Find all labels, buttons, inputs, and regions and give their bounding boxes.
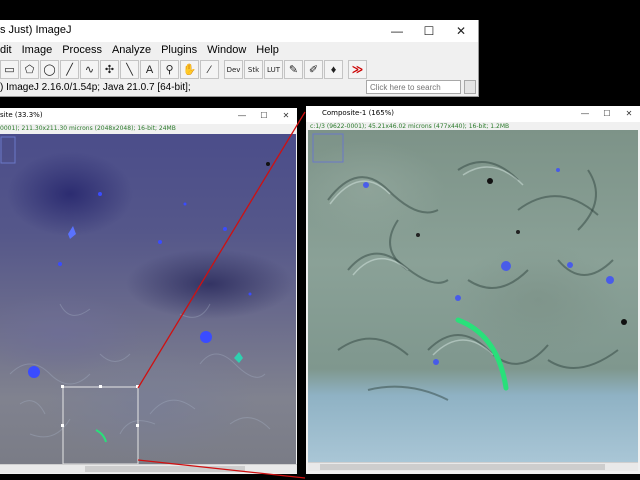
more-tools-icon[interactable]: ≫: [348, 60, 367, 79]
composite-1-title: Composite-1 (165%): [322, 109, 395, 117]
menu-process[interactable]: Process: [57, 42, 107, 59]
composite-maximize-button[interactable]: ☐: [253, 108, 275, 122]
composite-close-button[interactable]: ✕: [275, 108, 297, 122]
composite-horizontal-scrollbar[interactable]: [0, 464, 297, 473]
composite-1-close-button[interactable]: ✕: [618, 106, 640, 120]
close-button[interactable]: ✕: [445, 20, 477, 42]
window-title: s Just) ImageJ: [0, 24, 72, 36]
minimize-button[interactable]: —: [381, 20, 413, 42]
composite-title: site (33.3%): [0, 111, 43, 119]
color-picker-tool-icon[interactable]: ⁄: [200, 60, 219, 79]
micrograph-zoom: [312, 133, 627, 401]
wand-tool-icon[interactable]: ╲: [120, 60, 139, 79]
composite-minimize-button[interactable]: —: [231, 108, 253, 122]
dev-tool-button[interactable]: Dev: [224, 60, 243, 79]
rectangle-tool-icon[interactable]: ▭: [0, 60, 19, 79]
search-input[interactable]: [366, 80, 461, 94]
composite-1-image-canvas[interactable]: [308, 130, 638, 462]
line-tool-icon[interactable]: ╱: [60, 60, 79, 79]
stk-tool-button[interactable]: Stk: [244, 60, 263, 79]
menu-bar: dit Image Process Analyze Plugins Window…: [0, 42, 478, 59]
oval-tool-icon[interactable]: ◯: [40, 60, 59, 79]
magnifier-tool-icon[interactable]: ⚲: [160, 60, 179, 79]
composite-image-canvas[interactable]: [0, 134, 296, 464]
scrollbar-thumb[interactable]: [320, 464, 605, 470]
polygon-tool-icon[interactable]: ⬠: [20, 60, 39, 79]
composite-1-horizontal-scrollbar[interactable]: [308, 462, 638, 471]
composite-1-window[interactable]: Composite-1 (165%) — ☐ ✕ c:1/3 (9622-000…: [306, 106, 640, 474]
menu-plugins[interactable]: Plugins: [156, 42, 202, 59]
green-fiber: [455, 317, 509, 391]
micrograph-overview: [0, 136, 271, 464]
status-bar: ) ImageJ 2.16.0/1.54p; Java 21.0.7 [64-b…: [0, 82, 191, 93]
composite-1-maximize-button[interactable]: ☐: [596, 106, 618, 120]
menu-window[interactable]: Window: [202, 42, 251, 59]
text-tool-icon[interactable]: A: [140, 60, 159, 79]
menu-edit[interactable]: dit: [0, 42, 17, 59]
maximize-button[interactable]: ☐: [413, 20, 445, 42]
composite-1-titlebar[interactable]: Composite-1 (165%) — ☐ ✕: [306, 106, 640, 122]
main-titlebar[interactable]: s Just) ImageJ — ☐ ✕: [0, 20, 478, 42]
flood-fill-tool-icon[interactable]: ♦: [324, 60, 343, 79]
composite-image-info: 0001); 211.30x211.30 microns (2048x2048)…: [0, 125, 176, 132]
imagej-main-window: s Just) ImageJ — ☐ ✕ dit Image Process A…: [0, 20, 479, 97]
menu-analyze[interactable]: Analyze: [107, 42, 156, 59]
hand-tool-icon[interactable]: ✋: [180, 60, 199, 79]
multipoint-tool-icon[interactable]: ✣: [100, 60, 119, 79]
menu-help[interactable]: Help: [251, 42, 284, 59]
pencil-tool-icon[interactable]: ✎: [284, 60, 303, 79]
menu-image[interactable]: Image: [17, 42, 58, 59]
composite-1-minimize-button[interactable]: —: [574, 106, 596, 120]
composite-window[interactable]: site (33.3%) — ☐ ✕ 0001); 211.30x211.30 …: [0, 108, 297, 474]
scrollbar-thumb[interactable]: [85, 466, 245, 472]
freehand-tool-icon[interactable]: ∿: [80, 60, 99, 79]
composite-1-image-info: c:1/3 (9622-0001); 45.21x46.02 microns (…: [310, 123, 510, 130]
search-button[interactable]: [464, 80, 476, 94]
composite-titlebar[interactable]: site (33.3%) — ☐ ✕: [0, 108, 297, 124]
lut-tool-button[interactable]: LUT: [264, 60, 283, 79]
toolbar: ▭ ⬠ ◯ ╱ ∿ ✣ ╲ A ⚲ ✋ ⁄ Dev Stk LUT ✎ ✐ ♦ …: [0, 59, 368, 81]
brush-tool-icon[interactable]: ✐: [304, 60, 323, 79]
